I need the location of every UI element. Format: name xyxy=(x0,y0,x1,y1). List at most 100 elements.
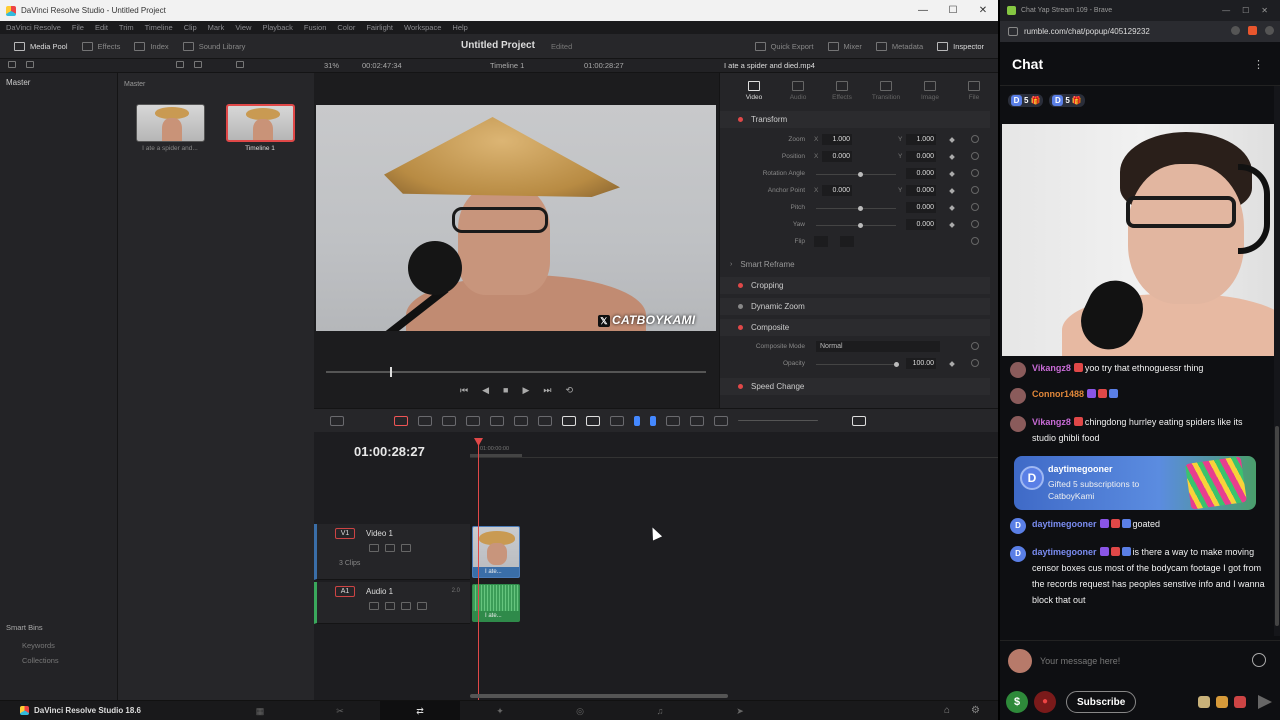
tab-file[interactable]: File xyxy=(952,77,996,107)
smart-bin-collections[interactable]: Collections xyxy=(22,656,59,665)
home-icon[interactable]: ⌂ xyxy=(944,705,950,716)
avatar[interactable] xyxy=(1010,362,1026,378)
audio-track-id[interactable]: A1 xyxy=(335,586,355,597)
blade-tool-icon[interactable] xyxy=(466,415,480,426)
yaw-field[interactable]: 0.000 xyxy=(906,219,936,230)
position-x-field[interactable]: 0.000 xyxy=(822,151,852,162)
menu-workspace[interactable]: Workspace xyxy=(404,23,441,32)
flag-icon[interactable] xyxy=(634,415,640,426)
viewer-zoom[interactable]: 31% xyxy=(324,61,339,70)
keyframe-icon[interactable] xyxy=(949,171,955,177)
stop-icon[interactable]: ■ xyxy=(503,385,508,395)
keyframe-icon[interactable] xyxy=(949,154,955,160)
tab-effects[interactable]: Effects xyxy=(820,77,864,107)
volume-icon[interactable] xyxy=(852,415,866,426)
panel-toggle-icon-2[interactable] xyxy=(26,61,34,68)
chat-username[interactable]: Vikangz8 xyxy=(1032,363,1071,373)
gift-chip[interactable]: D 5 🎁 xyxy=(1008,94,1044,107)
cut-page-icon[interactable]: ✂ xyxy=(300,701,380,720)
menu-clip[interactable]: Clip xyxy=(184,23,197,32)
panel-toggle-icon[interactable] xyxy=(8,61,16,68)
trophy-icon[interactable] xyxy=(1216,696,1228,708)
auto-select-icon[interactable] xyxy=(385,544,395,552)
scrollbar-thumb[interactable] xyxy=(1275,426,1279,626)
audio-clip[interactable]: I ate... xyxy=(472,584,520,622)
media-pool-button[interactable]: Media Pool xyxy=(14,41,68,51)
rant-money-icon[interactable]: $ xyxy=(1006,691,1028,713)
insert-clip-icon[interactable] xyxy=(490,415,504,426)
brave-shield-icon[interactable] xyxy=(1248,26,1257,35)
minimize-icon[interactable]: — xyxy=(908,5,938,16)
media-clip-thumbnail[interactable] xyxy=(136,104,205,142)
linked-selection-icon[interactable] xyxy=(586,415,600,426)
video-clip[interactable]: I ate... xyxy=(472,526,520,578)
extensions-icon[interactable] xyxy=(1265,26,1274,35)
enabled-dot-icon[interactable] xyxy=(738,117,743,122)
pitch-slider[interactable] xyxy=(816,206,896,211)
timeline-selector[interactable]: Timeline 1 xyxy=(490,61,524,70)
gift-chip[interactable]: D 5 🎁 xyxy=(1049,94,1085,107)
lock-icon[interactable] xyxy=(610,415,624,426)
cropping-section[interactable]: Cropping xyxy=(720,277,990,294)
trim-tool-icon[interactable] xyxy=(418,415,432,426)
play-reverse-icon[interactable]: ◀ xyxy=(482,385,489,396)
site-info-icon[interactable] xyxy=(1008,27,1018,36)
chat-username[interactable]: daytimegooner xyxy=(1032,519,1097,529)
playhead[interactable] xyxy=(478,440,479,700)
timeline-options-icon[interactable] xyxy=(330,415,344,426)
menu-timeline[interactable]: Timeline xyxy=(145,23,173,32)
position-y-field[interactable]: 0.000 xyxy=(906,151,936,162)
menu-trim[interactable]: Trim xyxy=(119,23,134,32)
menu-playback[interactable]: Playback xyxy=(262,23,292,32)
close-icon[interactable]: ✕ xyxy=(968,5,998,16)
speed-change-section[interactable]: Speed Change xyxy=(720,378,990,395)
quick-export-button[interactable]: Quick Export xyxy=(754,42,814,51)
lock-track-icon[interactable] xyxy=(369,544,379,552)
chat-username[interactable]: Connor1488 xyxy=(1032,389,1084,399)
reset-icon[interactable] xyxy=(971,152,979,160)
auto-select-icon[interactable] xyxy=(385,602,395,610)
video-frame[interactable]: 𝕏 CATBOYKAMI xyxy=(316,105,716,331)
replace-clip-icon[interactable] xyxy=(538,415,552,426)
smart-reframe-section[interactable]: › Smart Reframe xyxy=(720,256,990,273)
mixer-button[interactable]: Mixer xyxy=(827,42,862,51)
track-visibility-icon[interactable] xyxy=(401,544,411,552)
avatar[interactable] xyxy=(1010,388,1026,404)
dynamic-trim-icon[interactable] xyxy=(442,415,456,426)
zoom-y-field[interactable]: 1.000 xyxy=(906,134,936,145)
avatar[interactable]: D xyxy=(1010,518,1026,534)
zoom-full-icon[interactable] xyxy=(666,415,680,426)
tab-video[interactable]: Video xyxy=(732,77,776,107)
smart-bin-keywords[interactable]: Keywords xyxy=(22,641,55,650)
tab-audio[interactable]: Audio xyxy=(776,77,820,107)
composite-mode-select[interactable]: Normal xyxy=(816,341,940,352)
index-button[interactable]: Index xyxy=(134,41,169,51)
reset-icon[interactable] xyxy=(971,169,979,177)
keyframe-icon[interactable] xyxy=(949,188,955,194)
chat-message-input[interactable] xyxy=(1040,651,1240,671)
snapping-icon[interactable] xyxy=(562,415,576,426)
menu-fusion[interactable]: Fusion xyxy=(304,23,327,32)
chat-username[interactable]: daytimegooner xyxy=(1032,547,1097,557)
selection-tool-icon[interactable] xyxy=(394,415,408,426)
lock-track-icon[interactable] xyxy=(369,602,379,610)
timeline-scrollbar[interactable] xyxy=(470,694,728,698)
emoji-icon[interactable] xyxy=(1252,653,1266,667)
keyframe-icon[interactable] xyxy=(949,137,955,143)
first-frame-icon[interactable]: ⏮ xyxy=(460,385,468,396)
menu-view[interactable]: View xyxy=(235,23,251,32)
tab-image[interactable]: Image xyxy=(908,77,952,107)
video-track-id[interactable]: V1 xyxy=(335,528,355,539)
sound-library-button[interactable]: Sound Library xyxy=(182,41,245,51)
menu-mark[interactable]: Mark xyxy=(208,23,225,32)
inspector-button[interactable]: Inspector xyxy=(937,42,984,51)
fairlight-page-icon[interactable]: ♫ xyxy=(620,701,700,720)
last-frame-icon[interactable]: ⏭ xyxy=(543,385,551,396)
reset-icon[interactable] xyxy=(971,203,979,211)
anchor-x-field[interactable]: 0.000 xyxy=(822,185,852,196)
rant-icon[interactable]: ● xyxy=(1034,691,1056,713)
reset-icon[interactable] xyxy=(971,186,979,194)
avatar[interactable] xyxy=(1010,416,1026,432)
flip-vertical-icon[interactable] xyxy=(840,236,854,247)
maximize-icon[interactable]: ☐ xyxy=(938,5,968,16)
